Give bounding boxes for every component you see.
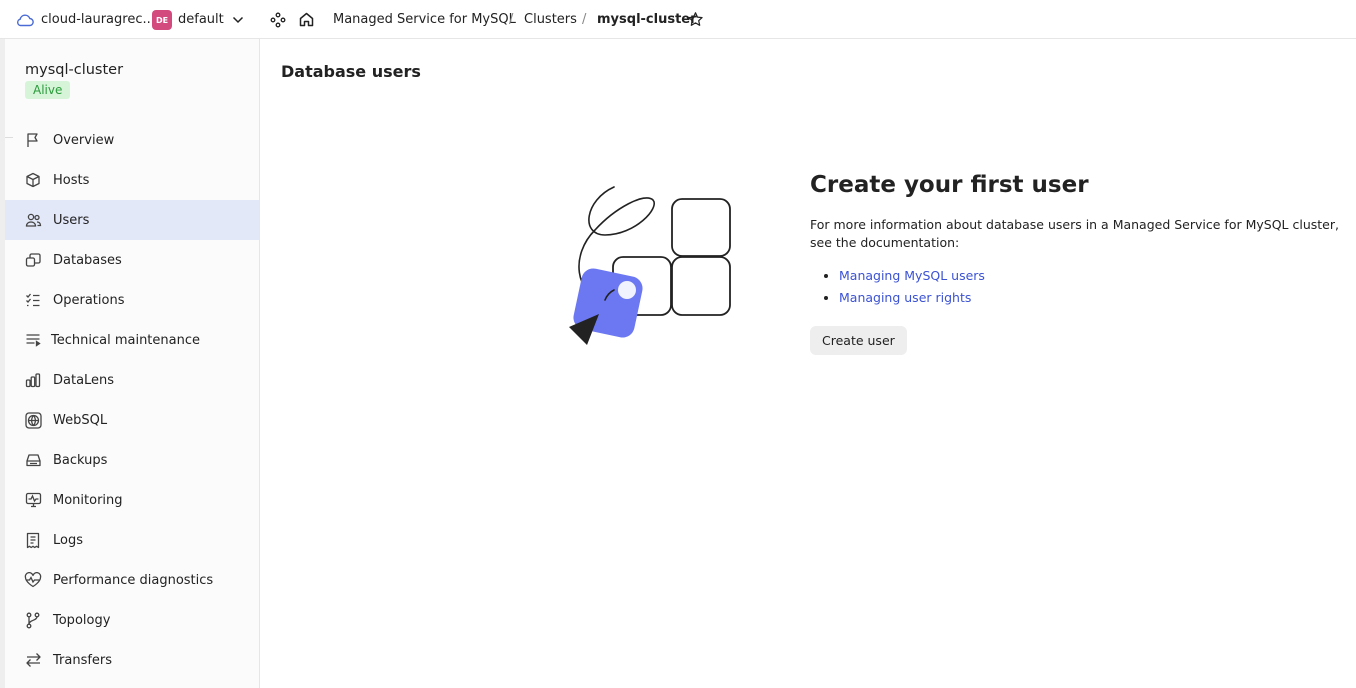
link-managing-mysql-users[interactable]: Managing MySQL users: [839, 268, 985, 283]
sidebar-item-label: Operations: [53, 292, 125, 308]
sidebar-item-topology[interactable]: Topology: [5, 600, 259, 640]
cloud-name[interactable]: cloud-lauragrec...: [41, 0, 155, 39]
empty-state-title: Create your first user: [810, 172, 1089, 198]
sidebar-item-datalens[interactable]: DataLens: [5, 360, 259, 400]
cube-icon: [24, 171, 42, 189]
databases-icon: [24, 251, 42, 269]
sidebar-item-label: Databases: [53, 252, 122, 268]
list-item: Managing MySQL users: [824, 266, 985, 288]
sidebar-item-label: Hosts: [53, 172, 90, 188]
sidebar-item-users[interactable]: Users: [5, 200, 259, 240]
cluster-name: mysql-cluster: [25, 62, 124, 78]
sidebar-item-label: Monitoring: [53, 492, 123, 508]
globe-icon: [24, 411, 42, 429]
breadcrumb-service[interactable]: Managed Service for MySQL: [333, 0, 516, 39]
sidebar-item-technical-maintenance[interactable]: Technical maintenance: [5, 320, 259, 360]
empty-state-illustration: [569, 186, 731, 345]
sidebar: mysql-cluster Alive Overview Hosts Users…: [5, 39, 260, 688]
sidebar-item-monitoring[interactable]: Monitoring: [5, 480, 259, 520]
doc-links: Managing MySQL users Managing user right…: [810, 266, 985, 310]
flag-icon: [24, 131, 42, 149]
list-item: Managing user rights: [824, 288, 985, 310]
cloud-icon[interactable]: [16, 0, 34, 39]
maintenance-list-icon: [24, 331, 42, 349]
receipt-icon: [24, 531, 42, 549]
sidebar-item-label: Users: [53, 212, 90, 228]
bar-chart-icon: [24, 371, 42, 389]
empty-state-description: For more information about database user…: [810, 217, 1339, 250]
sidebar-item-logs[interactable]: Logs: [5, 520, 259, 560]
checklist-icon: [24, 291, 42, 309]
sidebar-item-overview[interactable]: Overview: [5, 120, 259, 160]
sidebar-item-operations[interactable]: Operations: [5, 280, 259, 320]
page-title: Database users: [281, 62, 421, 81]
top-bar: cloud-lauragrec... DE default Managed Se…: [0, 0, 1356, 39]
sidebar-item-databases[interactable]: Databases: [5, 240, 259, 280]
sidebar-item-performance-diagnostics[interactable]: Performance diagnostics: [5, 560, 259, 600]
sidebar-item-backups[interactable]: Backups: [5, 440, 259, 480]
link-managing-user-rights[interactable]: Managing user rights: [839, 290, 971, 305]
create-user-button[interactable]: Create user: [810, 326, 907, 355]
monitor-pulse-icon: [24, 491, 42, 509]
sidebar-item-hosts[interactable]: Hosts: [5, 160, 259, 200]
sidebar-item-label: Technical maintenance: [51, 332, 200, 348]
breadcrumb-clusters[interactable]: Clusters: [524, 0, 577, 39]
sidebar-nav: Overview Hosts Users Databases Operation…: [5, 120, 259, 680]
breadcrumb-separator: /: [509, 12, 514, 27]
sidebar-item-label: Backups: [53, 452, 108, 468]
sidebar-item-label: Performance diagnostics: [53, 572, 214, 588]
services-icon[interactable]: [270, 0, 286, 39]
sidebar-item-websql[interactable]: WebSQL: [5, 400, 259, 440]
home-icon[interactable]: [298, 0, 315, 39]
sidebar-item-transfers[interactable]: Transfers: [5, 640, 259, 680]
users-icon: [24, 211, 42, 229]
heart-pulse-icon: [24, 571, 42, 589]
sidebar-item-label: Topology: [53, 612, 111, 628]
sidebar-item-label: WebSQL: [53, 412, 108, 428]
breadcrumb-separator: /: [582, 12, 587, 27]
branch-icon: [24, 611, 42, 629]
sidebar-item-label: Overview: [53, 132, 115, 148]
folder-name[interactable]: default: [178, 0, 224, 39]
status-badge: Alive: [25, 81, 71, 99]
sidebar-item-label: Transfers: [53, 652, 113, 668]
sidebar-item-label: Logs: [53, 532, 83, 548]
drive-icon: [24, 451, 42, 469]
breadcrumb-current-cluster: mysql-cluster: [597, 12, 697, 27]
star-icon[interactable]: [687, 0, 704, 39]
arrows-swap-icon: [24, 651, 42, 669]
sidebar-item-label: DataLens: [53, 372, 115, 388]
chevron-down-icon[interactable]: [231, 0, 245, 39]
folder-badge[interactable]: DE: [152, 10, 172, 30]
